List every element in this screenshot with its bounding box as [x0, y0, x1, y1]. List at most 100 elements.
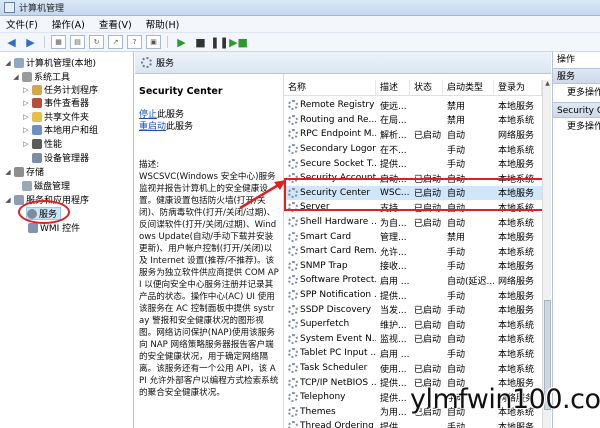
gear-icon	[288, 421, 298, 428]
startup-type-cell: 手动	[447, 291, 466, 302]
table-row[interactable]: Remote Registry 使远... 禁用 本地服务	[284, 98, 542, 113]
table-row[interactable]: SPP Notification ... 提供... 手动 本地服务	[284, 288, 542, 303]
refresh-icon[interactable]: ↻	[89, 35, 104, 49]
log-on-as-cell: 本地服务	[498, 233, 535, 244]
table-row[interactable]: Superfetch 维护... 已启动 自动 本地系统	[284, 317, 542, 332]
log-on-as-cell: 本地服务	[498, 160, 535, 171]
log-on-as-cell: 本地系统	[498, 218, 535, 229]
gear-icon	[288, 246, 298, 257]
services-list: 名称 描述 状态 启动类型 登录为 Remote Registry 使远... 禁用…	[283, 74, 551, 428]
description-cell: 允许...	[380, 247, 407, 258]
tree-item-disk-management[interactable]: 磁盘管理	[22, 179, 70, 192]
log-on-as-cell: 本地系统	[498, 349, 535, 360]
tree-item-device-manager[interactable]: 设备管理器	[32, 151, 89, 164]
column-header-name[interactable]: 名称	[284, 80, 376, 95]
column-header-description[interactable]: 描述	[376, 80, 410, 95]
tree-item-task-scheduler[interactable]: ▷ 任务计划程序	[22, 83, 98, 96]
description-cell: 管理...	[380, 233, 407, 244]
more-actions-security-center[interactable]: 更多操作	[553, 118, 600, 136]
gear-icon	[288, 333, 298, 344]
tree-item-local-users[interactable]: ▷ 本地用户和组	[22, 123, 98, 136]
forward-arrow-icon[interactable]: ▶	[23, 35, 38, 49]
tree-item-event-viewer[interactable]: ▷ 事件查看器	[22, 96, 89, 109]
column-header-startup-type[interactable]: 启动类型	[443, 80, 494, 95]
red-box-annotation	[284, 178, 546, 211]
service-name-cell: SSDP Discovery	[284, 304, 376, 315]
service-name-cell: SPP Notification ...	[284, 290, 376, 301]
gear-icon	[288, 260, 298, 271]
back-arrow-icon[interactable]: ◀	[4, 35, 19, 49]
status-cell: 已启动	[414, 306, 442, 317]
table-row[interactable]: Thread Ordering ... 提供... 手动 本地服务	[284, 419, 542, 428]
table-row[interactable]: Tablet PC Input ... 启用 ... 手动 本地系统	[284, 346, 542, 361]
table-row[interactable]: Smart Card 管理... 禁用 本地服务	[284, 229, 542, 244]
table-row[interactable]: Shell Hardware ... 为自... 已启动 自动 本地系统	[284, 215, 542, 230]
actions-section-services[interactable]: 服务	[553, 68, 600, 84]
table-row[interactable]: Task Scheduler 使用... 已启动 自动 本地系统	[284, 361, 542, 376]
startup-type-cell: 自动	[447, 218, 466, 229]
menu-file[interactable]: 文件(F)	[6, 17, 38, 31]
startup-type-cell: 手动	[447, 349, 466, 360]
show-hide-tree-icon[interactable]: ▦	[51, 35, 66, 49]
table-row[interactable]: Secure Socket T... 提供... 手动 本地服务	[284, 156, 542, 171]
tree-item-storage[interactable]: ◢ 存储	[4, 165, 44, 178]
table-row[interactable]: Software Protect... 启用 ... 自动(延迟... 网络服务	[284, 273, 542, 288]
description-cell: 使用...	[380, 364, 407, 375]
start-service-icon[interactable]: ▶	[174, 35, 189, 49]
help-icon[interactable]: ?	[127, 35, 142, 49]
folder-icon	[32, 111, 42, 122]
tree-item-system-tools[interactable]: ◢ 系统工具	[12, 70, 70, 83]
description-cell: 在局...	[380, 116, 407, 127]
restart-service-link[interactable]: 重启动	[139, 122, 166, 132]
service-name-cell: Routing and Re...	[284, 114, 376, 125]
red-arrow-annotation	[239, 180, 286, 210]
gear-icon	[288, 100, 298, 111]
description-cell: 当发...	[380, 306, 407, 317]
properties-icon[interactable]: ▣	[146, 35, 161, 49]
log-on-as-cell: 本地服务	[498, 101, 535, 112]
gear-icon	[288, 129, 298, 140]
tree-item-computer-management[interactable]: ◢ 计算机管理(本地)	[4, 56, 96, 69]
scroll-up-icon[interactable]: ▲	[543, 80, 551, 87]
table-row[interactable]: Smart Card Rem... 允许... 手动 本地系统	[284, 244, 542, 259]
startup-type-cell: 手动	[447, 262, 466, 273]
tree-item-shared-folders[interactable]: ▷ 共享文件夹	[22, 110, 89, 123]
service-name-cell: Telephony	[284, 392, 376, 403]
log-on-as-cell: 本地服务	[498, 422, 535, 428]
description-cell: 为用...	[380, 408, 407, 419]
menu-action[interactable]: 操作(A)	[52, 17, 85, 31]
stop-service-link[interactable]: 停止	[139, 110, 157, 120]
gear-icon	[288, 158, 298, 169]
stop-service-icon[interactable]: ■	[193, 35, 208, 49]
table-row[interactable]: SNMP Trap 接收... 手动 本地服务	[284, 259, 542, 274]
column-header-status[interactable]: 状态	[410, 80, 443, 95]
startup-type-cell: 自动	[447, 364, 466, 375]
actions-section-security-center[interactable]: Security Center	[553, 102, 600, 118]
menu-help[interactable]: 帮助(H)	[146, 17, 180, 31]
service-name-cell: Software Protect...	[284, 275, 376, 286]
gear-icon	[288, 231, 298, 242]
table-row[interactable]: Routing and Re... 在局... 禁用 本地系统	[284, 113, 542, 128]
column-header-log-on-as[interactable]: 登录为	[494, 80, 542, 95]
table-row[interactable]: Secondary Logon 在不... 手动 本地系统	[284, 142, 542, 157]
event-viewer-icon	[32, 97, 42, 108]
table-row[interactable]: SSDP Discovery 当发... 已启动 手动 本地服务	[284, 302, 542, 317]
vertical-scrollbar[interactable]: ▲	[542, 80, 551, 428]
description-cell: 在不...	[380, 145, 407, 156]
gear-icon	[288, 114, 298, 125]
menu-view[interactable]: 查看(V)	[99, 17, 132, 31]
startup-type-cell: 自动	[447, 130, 466, 141]
tree-item-performance[interactable]: ▷ 性能	[22, 137, 62, 150]
table-row[interactable]: System Event N... 监视... 已启动 自动 本地系统	[284, 332, 542, 347]
status-cell: 已启动	[414, 218, 442, 229]
description-cell: 监视...	[380, 335, 407, 346]
service-name-cell: System Event N...	[284, 333, 376, 344]
table-row[interactable]: RPC Endpoint M... 解析... 已启动 自动 网络服务	[284, 127, 542, 142]
description-cell: 为自...	[380, 218, 407, 229]
more-actions-services[interactable]: 更多操作	[553, 84, 600, 102]
pause-service-icon[interactable]: ❚❚	[210, 35, 228, 49]
restart-service-icon[interactable]: ▶■	[229, 35, 248, 49]
startup-type-cell: 自动(延迟...	[447, 276, 494, 287]
list-view-icon[interactable]: ▤	[70, 35, 85, 49]
export-list-icon[interactable]: ↗	[108, 35, 123, 49]
